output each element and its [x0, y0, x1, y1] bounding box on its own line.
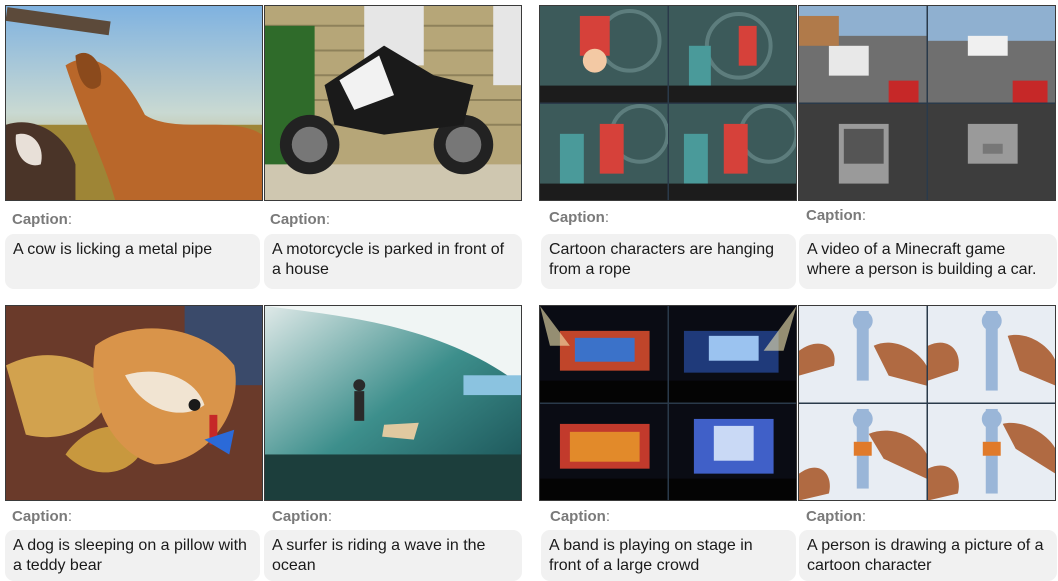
caption-box: A video of a Minecraft game where a pers… — [799, 234, 1057, 289]
video-frame — [540, 6, 668, 103]
caption-text: A dog is sleeping on a pillow with a ted… — [13, 537, 247, 574]
video-frames-cartoon — [539, 5, 797, 201]
caption-label: Caption: — [270, 211, 330, 228]
caption-box: A band is playing on stage in front of a… — [541, 530, 796, 581]
caption-box: A person is drawing a picture of a carto… — [799, 530, 1057, 581]
video-frame — [668, 306, 796, 403]
caption-text: Cartoon characters are hanging from a ro… — [549, 241, 775, 278]
caption-box: A dog is sleeping on a pillow with a ted… — [5, 530, 260, 581]
video-frame — [927, 103, 1055, 200]
video-frame — [540, 103, 668, 200]
video-frames-drawing — [798, 305, 1056, 501]
video-frames-band — [539, 305, 797, 501]
caption-label: Caption: — [806, 508, 866, 525]
caption-label: Caption: — [272, 508, 332, 525]
video-frame — [799, 6, 927, 103]
image-surfer — [264, 305, 522, 501]
video-frame — [927, 403, 1055, 500]
caption-label: Caption: — [806, 207, 866, 224]
caption-box: A surfer is riding a wave in the ocean — [264, 530, 522, 581]
video-frame — [540, 403, 668, 500]
video-frame — [668, 6, 796, 103]
video-frame — [668, 103, 796, 200]
video-frame — [799, 306, 927, 403]
video-frame — [927, 306, 1055, 403]
image-dog — [5, 305, 263, 501]
caption-text: A cow is licking a metal pipe — [13, 241, 213, 258]
caption-label: Caption: — [12, 211, 72, 228]
caption-text: A video of a Minecraft game where a pers… — [807, 241, 1037, 278]
video-frame — [799, 403, 927, 500]
caption-box: A cow is licking a metal pipe — [5, 234, 260, 289]
caption-label: Caption: — [549, 209, 609, 226]
caption-text: A surfer is riding a wave in the ocean — [272, 537, 486, 574]
caption-text: A motorcycle is parked in front of a hou… — [272, 241, 505, 278]
video-frame — [799, 103, 927, 200]
caption-label: Caption: — [12, 508, 72, 525]
caption-label: Caption: — [550, 508, 610, 525]
video-frame — [927, 6, 1055, 103]
video-frames-minecraft — [798, 5, 1056, 201]
caption-box: Cartoon characters are hanging from a ro… — [541, 234, 796, 289]
caption-text: A person is drawing a picture of a carto… — [807, 537, 1044, 574]
image-motorcycle — [264, 5, 522, 201]
video-frame — [668, 403, 796, 500]
image-cow — [5, 5, 263, 201]
video-frame — [540, 306, 668, 403]
caption-text: A band is playing on stage in front of a… — [549, 537, 753, 574]
caption-box: A motorcycle is parked in front of a hou… — [264, 234, 522, 289]
